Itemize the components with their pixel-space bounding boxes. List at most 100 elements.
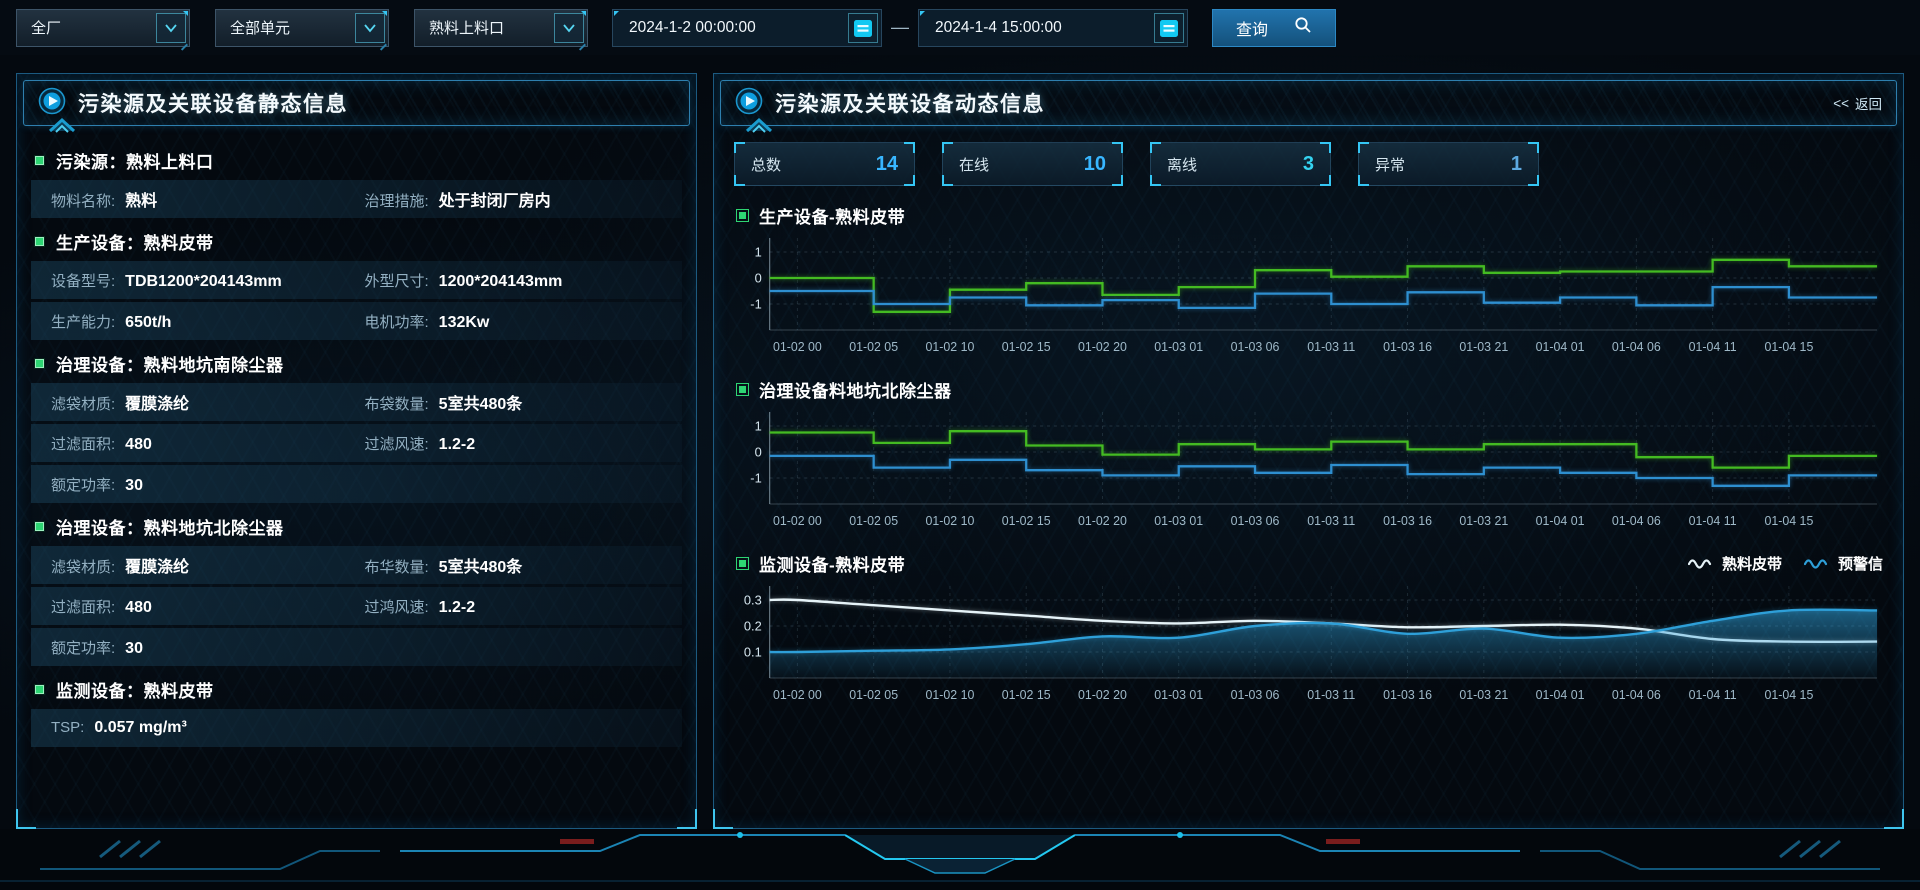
section-title: 污染源：熟料上料口 bbox=[56, 148, 214, 173]
svg-text:01-04 01: 01-04 01 bbox=[1536, 514, 1585, 528]
svg-text:01-03 06: 01-03 06 bbox=[1231, 340, 1280, 354]
corner-bracket bbox=[904, 142, 915, 153]
back-button[interactable]: << 返回 bbox=[1833, 93, 1882, 113]
info-row: 额定功率:30 bbox=[31, 628, 682, 666]
date-range-separator: — bbox=[882, 17, 918, 38]
svg-text:1: 1 bbox=[755, 418, 762, 433]
calendar-icon[interactable] bbox=[1154, 13, 1184, 43]
topbar: 全厂 全部单元 熟料上料口 2024-1-2 00:00:00 — 2024-1… bbox=[0, 0, 1920, 55]
chevron-down-icon[interactable] bbox=[355, 13, 385, 43]
chevron-down-icon[interactable] bbox=[156, 13, 186, 43]
info-value: 5室共480条 bbox=[439, 390, 523, 414]
search-icon bbox=[1294, 16, 1312, 39]
info-row: 滤袋材质:覆膜涤纶布袋数量:5室共480条 bbox=[31, 383, 682, 421]
info-label: 电机功率: bbox=[365, 311, 429, 332]
dynamic-info-body: 总数14在线10离线3异常1 生产设备-熟料皮带10-101-02 0001-0… bbox=[714, 126, 1903, 708]
footer bbox=[0, 829, 1920, 890]
svg-text:01-03 21: 01-03 21 bbox=[1459, 688, 1508, 702]
info-cell: TSP:0.057 mg/m³ bbox=[51, 719, 678, 737]
section-header: 生产设备：熟料皮带 bbox=[31, 221, 682, 261]
svg-text:01-02 20: 01-02 20 bbox=[1078, 688, 1127, 702]
stat-box-离线: 离线3 bbox=[1150, 142, 1331, 186]
legend-item-预警信[interactable]: 预警信 bbox=[1804, 553, 1883, 574]
info-value: 1.2-2 bbox=[439, 436, 475, 454]
date-to-field[interactable]: 2024-1-4 15:00:00 bbox=[918, 9, 1188, 47]
svg-text:0.2: 0.2 bbox=[744, 618, 762, 633]
info-cell: 额定功率:30 bbox=[51, 474, 678, 495]
static-info-title: 污染源及关联设备静态信息 bbox=[78, 88, 348, 118]
green-square-icon bbox=[35, 359, 44, 368]
info-value: 处于封闭厂房内 bbox=[439, 187, 551, 211]
stat-label: 总数 bbox=[751, 154, 781, 175]
corner-bracket bbox=[1358, 175, 1369, 186]
chart-title-row: 生产设备-熟料皮带 bbox=[734, 200, 1883, 230]
info-row: 过滤面积:480过滤风速:1.2-2 bbox=[31, 424, 682, 462]
svg-text:01-03 16: 01-03 16 bbox=[1383, 688, 1432, 702]
dropdown-factory[interactable]: 全厂 bbox=[16, 9, 190, 47]
date-to-value: 2024-1-4 15:00:00 bbox=[919, 19, 1154, 37]
green-square-icon bbox=[736, 557, 749, 570]
info-cell: 设备型号:TDB1200*204143mm bbox=[51, 270, 365, 291]
corner-bracket bbox=[1112, 175, 1123, 186]
chart-plot-2: 0.30.20.101-02 0001-02 0501-02 1001-02 1… bbox=[734, 578, 1883, 708]
calendar-icon[interactable] bbox=[848, 13, 878, 43]
query-button[interactable]: 查询 bbox=[1212, 9, 1336, 47]
dropdown-unit-value: 全部单元 bbox=[216, 17, 355, 38]
dropdown-factory-value: 全厂 bbox=[17, 17, 156, 38]
svg-text:01-03 21: 01-03 21 bbox=[1459, 340, 1508, 354]
green-square-icon bbox=[35, 522, 44, 531]
chevron-down-icon[interactable] bbox=[554, 13, 584, 43]
corner-bracket bbox=[1150, 142, 1161, 153]
info-value: 480 bbox=[125, 599, 152, 617]
info-label: 设备型号: bbox=[51, 270, 115, 291]
info-value: 30 bbox=[125, 477, 143, 495]
svg-text:01-03 11: 01-03 11 bbox=[1307, 340, 1355, 354]
svg-text:01-02 00: 01-02 00 bbox=[773, 514, 822, 528]
info-row: 过滤面积:480过鸿风速:1.2-2 bbox=[31, 587, 682, 625]
stat-value: 14 bbox=[876, 153, 898, 176]
info-row: 生产能力:650t/h电机功率:132Kw bbox=[31, 302, 682, 340]
corner-bracket bbox=[1112, 142, 1123, 153]
section-header: 治理设备：熟料地坑南除尘器 bbox=[31, 343, 682, 383]
bullet-inner bbox=[739, 560, 746, 567]
header-chevron-decoration bbox=[743, 117, 783, 138]
svg-text:01-03 21: 01-03 21 bbox=[1459, 514, 1508, 528]
info-value: 覆膜涤纶 bbox=[125, 390, 189, 414]
date-from-field[interactable]: 2024-1-2 00:00:00 bbox=[612, 9, 882, 47]
info-value: 1200*204143mm bbox=[439, 273, 563, 291]
info-label: 生产能力: bbox=[51, 311, 115, 332]
legend-item-熟料皮带[interactable]: 熟料皮带 bbox=[1688, 553, 1782, 574]
legend-label: 预警信 bbox=[1838, 553, 1883, 574]
dropdown-unit[interactable]: 全部单元 bbox=[215, 9, 389, 47]
section-title: 治理设备：熟料地坑北除尘器 bbox=[56, 514, 284, 539]
chart-title-row: 监测设备-熟料皮带 熟料皮带 预警信 bbox=[734, 548, 1883, 578]
info-row: TSP:0.057 mg/m³ bbox=[31, 709, 682, 747]
svg-text:0: 0 bbox=[755, 444, 762, 459]
section-title: 监测设备：熟料皮带 bbox=[56, 677, 214, 702]
info-label: TSP: bbox=[51, 719, 84, 736]
svg-text:-1: -1 bbox=[750, 470, 761, 485]
green-square-icon bbox=[35, 237, 44, 246]
dropdown-pollution-source[interactable]: 熟料上料口 bbox=[414, 9, 588, 47]
svg-text:01-02 05: 01-02 05 bbox=[849, 514, 898, 528]
chart-title-row: 治理设备料地坑北除尘器 bbox=[734, 374, 1883, 404]
bullet-inner bbox=[739, 212, 746, 219]
bullet-inner bbox=[739, 386, 746, 393]
stat-value: 3 bbox=[1303, 153, 1314, 176]
wavy-line-icon bbox=[1688, 557, 1714, 569]
corner-bracket bbox=[1528, 142, 1539, 153]
info-label: 治理措施: bbox=[365, 190, 429, 211]
chart-title: 监测设备-熟料皮带 bbox=[759, 551, 905, 576]
chart-block-2: 监测设备-熟料皮带 熟料皮带 预警信 0.30.20.101-02 0001-02 0… bbox=[734, 548, 1883, 708]
svg-text:01-03 06: 01-03 06 bbox=[1231, 514, 1280, 528]
svg-text:01-02 05: 01-02 05 bbox=[849, 340, 898, 354]
info-label: 外型尺寸: bbox=[365, 270, 429, 291]
svg-text:01-04 06: 01-04 06 bbox=[1612, 340, 1661, 354]
info-value: 5室共480条 bbox=[439, 553, 523, 577]
svg-text:01-03 16: 01-03 16 bbox=[1383, 340, 1432, 354]
dynamic-info-title: 污染源及关联设备动态信息 bbox=[775, 88, 1045, 118]
chart-plot-0: 10-101-02 0001-02 0501-02 1001-02 1501-0… bbox=[734, 230, 1883, 360]
svg-text:01-03 11: 01-03 11 bbox=[1307, 688, 1355, 702]
info-value: 熟料 bbox=[125, 187, 157, 211]
svg-text:01-04 06: 01-04 06 bbox=[1612, 514, 1661, 528]
